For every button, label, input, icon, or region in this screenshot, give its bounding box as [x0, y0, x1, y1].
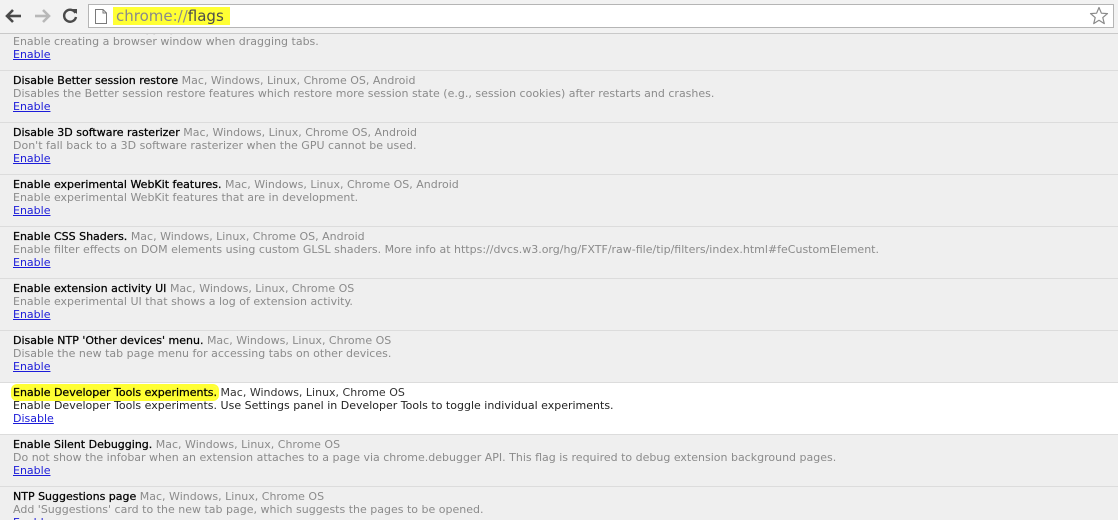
flag-item: Enable experimental WebKit features. Mac…	[0, 175, 1118, 227]
flag-platforms: Mac, Windows, Linux, Chrome OS	[169, 282, 355, 295]
flag-description: Enable Developer Tools experiments. Use …	[13, 399, 614, 412]
flag-item: Enable Tab Browser Dragging WindowsEnabl…	[0, 34, 1118, 71]
star-icon[interactable]	[1089, 6, 1109, 26]
flag-description: Don't fall back to a 3D software rasteri…	[13, 139, 417, 152]
forward-button[interactable]	[31, 5, 53, 27]
flag-header: Disable Better session restore Mac, Wind…	[13, 74, 1118, 87]
url-scheme: chrome://	[116, 7, 188, 25]
enable-link[interactable]: Enable	[13, 516, 50, 520]
back-button[interactable]	[3, 5, 25, 27]
flag-name: NTP Suggestions page	[13, 490, 137, 503]
flag-platforms: Mac, Windows, Linux, Chrome OS	[206, 334, 392, 347]
flag-description: Disable the new tab page menu for access…	[13, 347, 392, 360]
enable-link[interactable]: Enable	[13, 204, 50, 217]
flag-header: Enable experimental WebKit features. Mac…	[13, 178, 1118, 191]
flags-list: Enable Tab Browser Dragging WindowsEnabl…	[0, 34, 1118, 520]
flag-platforms: Mac, Windows, Linux, Chrome OS	[155, 438, 341, 451]
flag-header: Enable Developer Tools experiments. Mac,…	[13, 386, 1118, 399]
page-icon	[95, 9, 107, 24]
flag-name: Disable Better session restore	[13, 74, 179, 87]
flag-name: Enable Silent Debugging.	[13, 438, 153, 451]
flag-name: Enable CSS Shaders.	[13, 230, 128, 243]
flag-platforms: Mac, Windows, Linux, Chrome OS, Android	[181, 74, 416, 87]
back-arrow-icon	[5, 9, 21, 23]
flag-header: Enable extension activity UI Mac, Window…	[13, 282, 1118, 295]
disable-link[interactable]: Disable	[13, 412, 54, 425]
reload-icon	[62, 8, 78, 23]
flag-platforms: Mac, Windows, Linux, Chrome OS, Android	[130, 230, 365, 243]
flag-item: Enable Silent Debugging. Mac, Windows, L…	[0, 435, 1118, 487]
flag-header: Disable NTP 'Other devices' menu. Mac, W…	[13, 334, 1118, 347]
flag-platforms: Mac, Windows, Linux, Chrome OS, Android	[183, 126, 418, 139]
enable-link[interactable]: Enable	[13, 360, 50, 373]
flag-item: Enable extension activity UI Mac, Window…	[0, 279, 1118, 331]
flag-name: Disable 3D software rasterizer	[13, 126, 180, 139]
flag-description: Enable filter effects on DOM elements us…	[13, 243, 879, 256]
flag-platforms: Mac, Windows, Linux, Chrome OS	[139, 490, 325, 503]
flag-name: Enable experimental WebKit features.	[13, 178, 222, 191]
flag-platforms: Mac, Windows, Linux, Chrome OS	[220, 386, 405, 399]
flag-header: Disable 3D software rasterizer Mac, Wind…	[13, 126, 1118, 139]
flag-platforms: Mac, Windows, Linux, Chrome OS, Android	[224, 178, 459, 191]
flag-description: Enable experimental UI that shows a log …	[13, 295, 353, 308]
flag-item: Disable 3D software rasterizer Mac, Wind…	[0, 123, 1118, 175]
flag-description: Do not show the infobar when an extensio…	[13, 451, 837, 464]
enable-link[interactable]: Enable	[13, 308, 50, 321]
flag-name: Enable Developer Tools experiments.	[13, 386, 218, 399]
flags-page: Enable Tab Browser Dragging WindowsEnabl…	[0, 34, 1118, 520]
flag-header: Enable Silent Debugging. Mac, Windows, L…	[13, 438, 1118, 451]
enable-link[interactable]: Enable	[13, 464, 50, 477]
flag-name: Enable extension activity UI	[13, 282, 167, 295]
forward-arrow-icon	[35, 9, 51, 23]
reload-button[interactable]	[59, 5, 81, 27]
flag-item: Disable NTP 'Other devices' menu. Mac, W…	[0, 331, 1118, 383]
flag-header: NTP Suggestions page Mac, Windows, Linux…	[13, 490, 1118, 503]
enable-link[interactable]: Enable	[13, 48, 50, 61]
enable-link[interactable]: Enable	[13, 256, 50, 269]
flag-item: Enable Developer Tools experiments. Mac,…	[0, 383, 1118, 435]
enable-link[interactable]: Enable	[13, 152, 50, 165]
url-path: flags	[187, 7, 224, 25]
flag-description: Disables the Better session restore feat…	[13, 87, 715, 100]
flag-description: Enable creating a browser window when dr…	[13, 35, 319, 48]
url-text[interactable]: chrome://flags	[113, 7, 230, 25]
flag-description: Add 'Suggestions' card to the new tab pa…	[13, 503, 484, 516]
flag-header: Enable CSS Shaders. Mac, Windows, Linux,…	[13, 230, 1118, 243]
enable-link[interactable]: Enable	[13, 100, 50, 113]
browser-toolbar: chrome://flags	[0, 0, 1118, 34]
address-bar[interactable]: chrome://flags	[88, 4, 1114, 28]
flag-name: Disable NTP 'Other devices' menu.	[13, 334, 204, 347]
flag-description: Enable experimental WebKit features that…	[13, 191, 359, 204]
flag-item: NTP Suggestions page Mac, Windows, Linux…	[0, 487, 1118, 520]
flag-item: Enable CSS Shaders. Mac, Windows, Linux,…	[0, 227, 1118, 279]
flag-item: Disable Better session restore Mac, Wind…	[0, 71, 1118, 123]
